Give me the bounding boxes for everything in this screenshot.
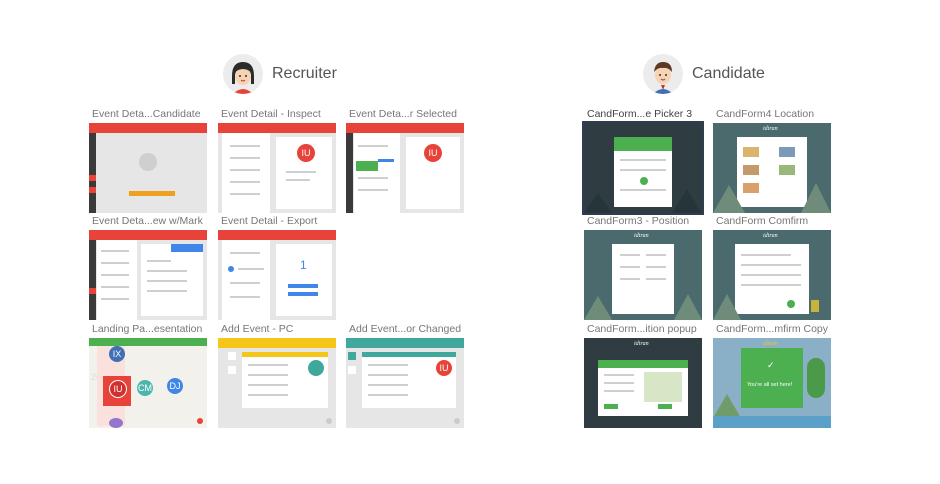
screen-caption: Event Detail - Export (221, 215, 318, 227)
screen-caption: CandForm3 - Position (587, 215, 690, 227)
screen-caption: Event Deta...Candidate (92, 108, 201, 120)
screen-caption: CandForm...mfirm Copy (716, 323, 829, 335)
screen-thumbnail-event-detail-inspect[interactable]: IU (218, 123, 336, 213)
bubble: IX (109, 346, 125, 362)
candidate-avatar: IU (297, 144, 315, 162)
screen-thumbnail-candform-position-popup[interactable]: idiran (584, 338, 702, 428)
candidate-avatar: IU (424, 144, 442, 162)
screen-thumbnail-event-detail-mark[interactable] (89, 230, 207, 320)
screen-thumbnail-landing-presentation[interactable]: 2015 IX IU CM DJ (89, 338, 207, 428)
screen-caption: CandForm...e Picker 3 (587, 108, 693, 120)
screen-thumbnail-candform-confirm-copy[interactable]: idiran ✓ You're all set here! (713, 338, 831, 428)
bubble: CM (137, 380, 153, 396)
bubble: IU (109, 380, 127, 398)
screen-thumbnail-event-detail-export[interactable]: 1 (218, 230, 336, 320)
candidate-title: Candidate (692, 65, 765, 82)
screen-caption: Add Event - PC (221, 323, 294, 335)
screen-caption: Event Detail - Inspect (221, 108, 321, 120)
candidate-avatar: IU (436, 360, 452, 376)
candidate-header: Candidate (643, 54, 765, 94)
add-user-icon (139, 153, 157, 171)
recruiter-header: Recruiter (223, 54, 337, 94)
candidate-avatar-icon (643, 54, 683, 94)
screen-caption: CandForm Comfirm (716, 215, 809, 227)
screen-thumbnail-event-detail-candidate[interactable] (89, 123, 207, 213)
recruiter-avatar-icon (223, 54, 263, 94)
export-count: 1 (300, 258, 307, 272)
brand-logo: idiran (634, 233, 649, 239)
brand-logo: idiran (634, 341, 649, 347)
screen-caption: Event Deta...ew w/Mark (92, 215, 203, 227)
bubble: DJ (167, 378, 183, 394)
screen-thumbnail-add-event-changed[interactable]: IU (346, 338, 464, 428)
confirmation-message: You're all set here! (747, 382, 793, 388)
screen-thumbnail-event-detail-selected[interactable]: IU (346, 123, 464, 213)
screen-thumbnail-candform-position[interactable]: idiran (584, 230, 702, 320)
screen-caption: Add Event...or Changed (349, 323, 462, 335)
screen-thumbnail-candform-location[interactable]: idiran (713, 123, 831, 213)
recruiter-title: Recruiter (272, 65, 337, 82)
screen-caption: Landing Pa...esentation (92, 323, 203, 335)
brand-logo: idiran (763, 233, 778, 239)
check-icon: ✓ (767, 360, 775, 370)
screen-thumbnail-add-event-pc[interactable] (218, 338, 336, 428)
screen-caption: CandForm...ition popup (587, 323, 697, 335)
screen-thumbnail-candform-confirm[interactable]: idiran (713, 230, 831, 320)
brand-logo: idiran (763, 126, 778, 132)
brand-logo: idiran (763, 341, 778, 347)
screen-caption: Event Deta...r Selected (349, 108, 457, 120)
screen-thumbnail-candform-date-picker[interactable] (582, 121, 704, 215)
screen-caption: CandForm4 Location (716, 108, 815, 120)
